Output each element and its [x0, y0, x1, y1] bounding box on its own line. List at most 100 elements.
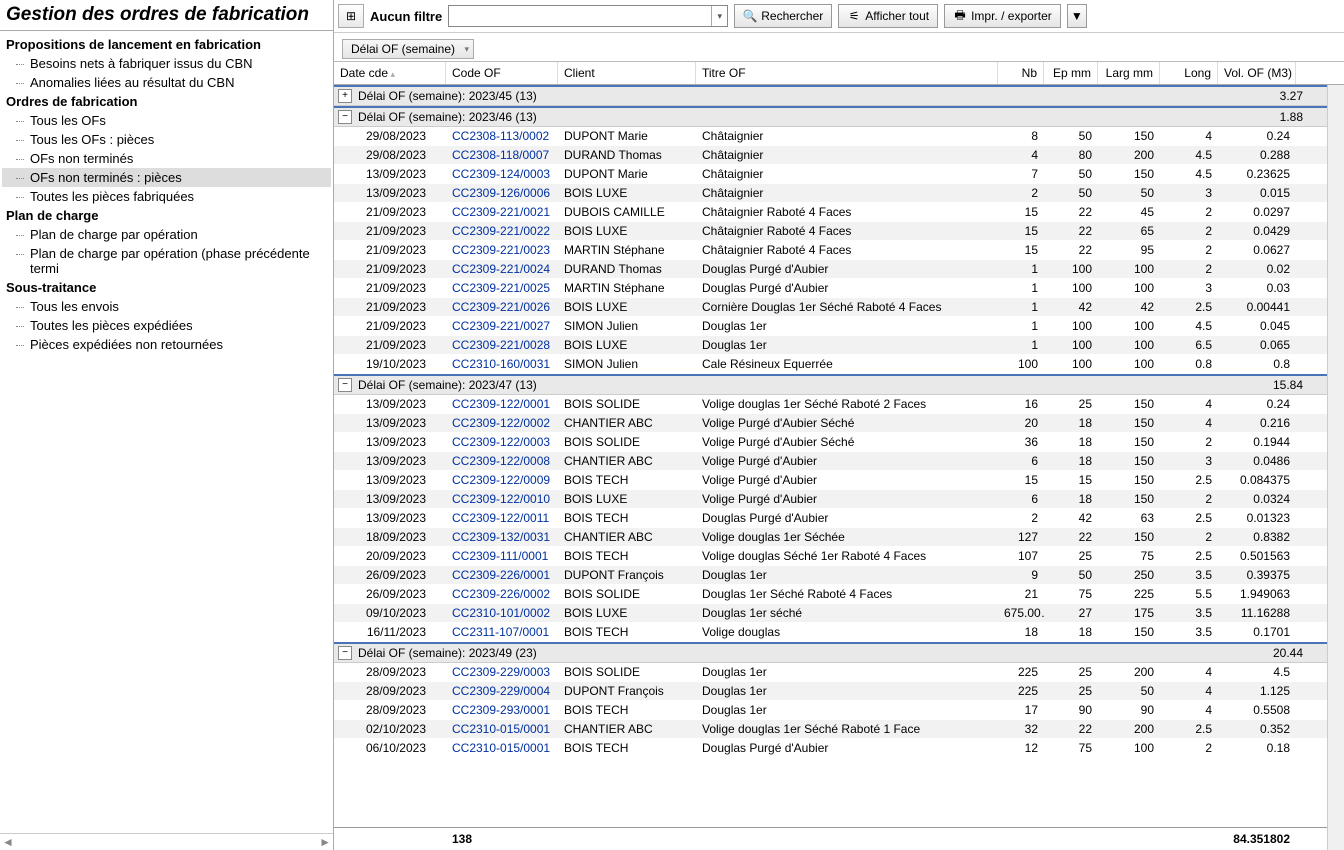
- cell-code[interactable]: CC2309-221/0021: [446, 203, 558, 221]
- cell-code[interactable]: CC2310-101/0002: [446, 604, 558, 622]
- tree-item[interactable]: Pièces expédiées non retournées: [2, 335, 331, 354]
- tree-section[interactable]: Plan de charge: [2, 206, 331, 225]
- col-header-nb[interactable]: Nb: [998, 62, 1044, 84]
- cell-code[interactable]: CC2309-126/0006: [446, 184, 558, 202]
- cell-code[interactable]: CC2310-015/0001: [446, 739, 558, 757]
- table-row[interactable]: 29/08/2023CC2308-118/0007DURAND ThomasCh…: [334, 146, 1327, 165]
- print-export-dropdown[interactable]: ▼: [1067, 4, 1087, 28]
- col-header-ep[interactable]: Ep mm: [1044, 62, 1098, 84]
- table-row[interactable]: 21/09/2023CC2309-221/0025MARTIN Stéphane…: [334, 279, 1327, 298]
- cell-code[interactable]: CC2309-122/0010: [446, 490, 558, 508]
- table-row[interactable]: 13/09/2023CC2309-124/0003DUPONT MarieChâ…: [334, 165, 1327, 184]
- group-row[interactable]: −Délai OF (semaine): 2023/46 (13)1.88: [334, 106, 1327, 127]
- table-row[interactable]: 21/09/2023CC2309-221/0022BOIS LUXEChâtai…: [334, 222, 1327, 241]
- tree-item[interactable]: Toutes les pièces expédiées: [2, 316, 331, 335]
- cell-code[interactable]: CC2309-293/0001: [446, 701, 558, 719]
- show-all-button[interactable]: ⚟Afficher tout: [838, 4, 938, 28]
- sidebar-scrollbar[interactable]: ◄ ►: [0, 833, 333, 850]
- group-row[interactable]: −Délai OF (semaine): 2023/49 (23)20.44: [334, 642, 1327, 663]
- table-row[interactable]: 13/09/2023CC2309-122/0009BOIS TECHVolige…: [334, 471, 1327, 490]
- tree-item[interactable]: Tous les OFs: [2, 111, 331, 130]
- cell-code[interactable]: CC2309-122/0003: [446, 433, 558, 451]
- filter-input[interactable]: [448, 5, 728, 27]
- collapse-icon[interactable]: −: [338, 110, 352, 124]
- cell-code[interactable]: CC2310-015/0001: [446, 720, 558, 738]
- cell-code[interactable]: CC2310-160/0031: [446, 355, 558, 373]
- table-row[interactable]: 28/09/2023CC2309-229/0004DUPONT François…: [334, 682, 1327, 701]
- table-row[interactable]: 13/09/2023CC2309-122/0003BOIS SOLIDEVoli…: [334, 433, 1327, 452]
- tree-item[interactable]: Plan de charge par opération: [2, 225, 331, 244]
- collapse-icon[interactable]: −: [338, 378, 352, 392]
- table-row[interactable]: 13/09/2023CC2309-126/0006BOIS LUXEChâtai…: [334, 184, 1327, 203]
- table-row[interactable]: 28/09/2023CC2309-293/0001BOIS TECHDougla…: [334, 701, 1327, 720]
- table-row[interactable]: 20/09/2023CC2309-111/0001BOIS TECHVolige…: [334, 547, 1327, 566]
- tree-item[interactable]: OFs non terminés: [2, 149, 331, 168]
- vertical-scrollbar[interactable]: [1327, 85, 1344, 850]
- cell-code[interactable]: CC2309-221/0022: [446, 222, 558, 240]
- table-row[interactable]: 21/09/2023CC2309-221/0026BOIS LUXECorniè…: [334, 298, 1327, 317]
- tree-item[interactable]: Tous les OFs : pièces: [2, 130, 331, 149]
- table-row[interactable]: 13/09/2023CC2309-122/0010BOIS LUXEVolige…: [334, 490, 1327, 509]
- group-row[interactable]: −Délai OF (semaine): 2023/47 (13)15.84: [334, 374, 1327, 395]
- tree-section[interactable]: Propositions de lancement en fabrication: [2, 35, 331, 54]
- cell-code[interactable]: CC2309-122/0008: [446, 452, 558, 470]
- table-row[interactable]: 13/09/2023CC2309-122/0001BOIS SOLIDEVoli…: [334, 395, 1327, 414]
- cell-code[interactable]: CC2309-221/0026: [446, 298, 558, 316]
- table-row[interactable]: 21/09/2023CC2309-221/0024DURAND ThomasDo…: [334, 260, 1327, 279]
- table-row[interactable]: 21/09/2023CC2309-221/0027SIMON JulienDou…: [334, 317, 1327, 336]
- table-row[interactable]: 06/10/2023CC2310-015/0001BOIS TECHDougla…: [334, 739, 1327, 758]
- cell-code[interactable]: CC2309-132/0031: [446, 528, 558, 546]
- cell-code[interactable]: CC2308-113/0002: [446, 127, 558, 145]
- layout-icon-button[interactable]: ⊞: [338, 4, 364, 28]
- scroll-right-icon[interactable]: ►: [319, 835, 331, 849]
- print-export-button[interactable]: 🖶Impr. / exporter: [944, 4, 1061, 28]
- cell-code[interactable]: CC2311-107/0001: [446, 623, 558, 641]
- table-row[interactable]: 18/09/2023CC2309-132/0031CHANTIER ABCVol…: [334, 528, 1327, 547]
- table-row[interactable]: 09/10/2023CC2310-101/0002BOIS LUXEDougla…: [334, 604, 1327, 623]
- group-row[interactable]: +Délai OF (semaine): 2023/45 (13)3.27: [334, 85, 1327, 106]
- cell-code[interactable]: CC2309-229/0004: [446, 682, 558, 700]
- cell-code[interactable]: CC2309-226/0001: [446, 566, 558, 584]
- tree-item[interactable]: Toutes les pièces fabriquées: [2, 187, 331, 206]
- tree-item[interactable]: Besoins nets à fabriquer issus du CBN: [2, 54, 331, 73]
- collapse-icon[interactable]: −: [338, 646, 352, 660]
- tree-item[interactable]: OFs non terminés : pièces: [2, 168, 331, 187]
- group-chip[interactable]: Délai OF (semaine) ▾: [342, 39, 474, 59]
- table-row[interactable]: 19/10/2023CC2310-160/0031SIMON JulienCal…: [334, 355, 1327, 374]
- table-row[interactable]: 29/08/2023CC2308-113/0002DUPONT MarieChâ…: [334, 127, 1327, 146]
- cell-code[interactable]: CC2309-226/0002: [446, 585, 558, 603]
- scroll-left-icon[interactable]: ◄: [2, 835, 14, 849]
- table-row[interactable]: 21/09/2023CC2309-221/0023MARTIN Stéphane…: [334, 241, 1327, 260]
- tree-item[interactable]: Tous les envois: [2, 297, 331, 316]
- cell-code[interactable]: CC2309-221/0025: [446, 279, 558, 297]
- table-row[interactable]: 28/09/2023CC2309-229/0003BOIS SOLIDEDoug…: [334, 663, 1327, 682]
- search-button[interactable]: 🔍Rechercher: [734, 4, 832, 28]
- tree-section[interactable]: Ordres de fabrication: [2, 92, 331, 111]
- cell-code[interactable]: CC2309-221/0023: [446, 241, 558, 259]
- col-header-client[interactable]: Client: [558, 62, 696, 84]
- table-row[interactable]: 13/09/2023CC2309-122/0011BOIS TECHDougla…: [334, 509, 1327, 528]
- table-row[interactable]: 16/11/2023CC2311-107/0001BOIS TECHVolige…: [334, 623, 1327, 642]
- col-header-code[interactable]: Code OF: [446, 62, 558, 84]
- table-row[interactable]: 21/09/2023CC2309-221/0028BOIS LUXEDougla…: [334, 336, 1327, 355]
- cell-code[interactable]: CC2308-118/0007: [446, 146, 558, 164]
- table-row[interactable]: 21/09/2023CC2309-221/0021DUBOIS CAMILLEC…: [334, 203, 1327, 222]
- cell-code[interactable]: CC2309-122/0011: [446, 509, 558, 527]
- col-header-vol[interactable]: Vol. OF (M3): [1218, 62, 1296, 84]
- col-header-larg[interactable]: Larg mm: [1098, 62, 1160, 84]
- tree-item[interactable]: Anomalies liées au résultat du CBN: [2, 73, 331, 92]
- cell-code[interactable]: CC2309-221/0027: [446, 317, 558, 335]
- table-row[interactable]: 26/09/2023CC2309-226/0002BOIS SOLIDEDoug…: [334, 585, 1327, 604]
- table-row[interactable]: 13/09/2023CC2309-122/0002CHANTIER ABCVol…: [334, 414, 1327, 433]
- table-row[interactable]: 26/09/2023CC2309-226/0001DUPONT François…: [334, 566, 1327, 585]
- tree-item[interactable]: Plan de charge par opération (phase préc…: [2, 244, 331, 278]
- cell-code[interactable]: CC2309-122/0001: [446, 395, 558, 413]
- filter-dropdown-icon[interactable]: ▾: [711, 6, 727, 26]
- col-header-titre[interactable]: Titre OF: [696, 62, 998, 84]
- col-header-date[interactable]: Date cde: [334, 62, 446, 84]
- cell-code[interactable]: CC2309-124/0003: [446, 165, 558, 183]
- tree-section[interactable]: Sous-traitance: [2, 278, 331, 297]
- table-row[interactable]: 02/10/2023CC2310-015/0001CHANTIER ABCVol…: [334, 720, 1327, 739]
- cell-code[interactable]: CC2309-229/0003: [446, 663, 558, 681]
- cell-code[interactable]: CC2309-221/0028: [446, 336, 558, 354]
